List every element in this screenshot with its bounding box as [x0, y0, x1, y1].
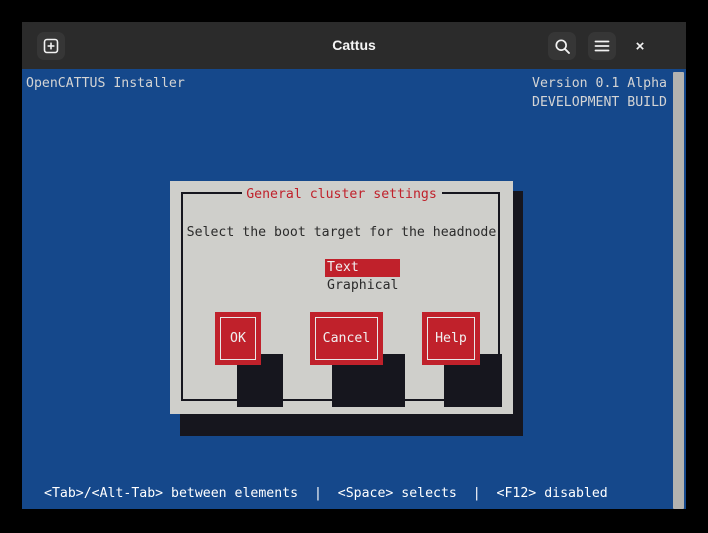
- help-button-label: Help: [435, 330, 467, 346]
- ok-button-label: OK: [230, 330, 246, 346]
- help-button-face: Help: [422, 312, 480, 365]
- ok-button-face: OK: [215, 312, 261, 365]
- window-title: Cattus: [332, 37, 376, 53]
- dialog-title: General cluster settings: [246, 187, 437, 202]
- cancel-button-face: Cancel: [310, 312, 383, 365]
- keyboard-hints-status-line: <Tab>/<Alt-Tab> between elements | <Spac…: [44, 486, 608, 501]
- boot-target-option-list: Text Graphical: [325, 259, 401, 295]
- build-label: DEVELOPMENT BUILD: [532, 95, 667, 110]
- terminal-screen[interactable]: OpenCATTUS Installer Version 0.1 Alpha D…: [22, 69, 686, 509]
- search-button[interactable]: [548, 32, 576, 60]
- option-graphical[interactable]: Graphical: [325, 277, 400, 295]
- dialog-prompt: Select the boot target for the headnode: [186, 225, 497, 240]
- search-icon: [554, 38, 570, 54]
- version-label: Version 0.1 Alpha: [532, 76, 667, 91]
- installer-header-title: OpenCATTUS Installer: [26, 76, 185, 91]
- window-titlebar: Cattus ×: [22, 22, 686, 69]
- terminal-window: Cattus × OpenCATTUS Installer Version 0.…: [22, 22, 686, 509]
- cancel-button-label: Cancel: [322, 330, 371, 346]
- option-text[interactable]: Text: [325, 259, 401, 277]
- add-square-icon: [43, 38, 59, 54]
- close-icon: ×: [635, 37, 645, 55]
- cluster-settings-dialog: General cluster settings Select the boot…: [170, 181, 513, 414]
- hamburger-menu-icon: [594, 40, 610, 52]
- menu-button[interactable]: [588, 32, 616, 60]
- new-tab-button[interactable]: [37, 32, 65, 60]
- terminal-scrollbar[interactable]: [673, 72, 684, 509]
- close-button[interactable]: ×: [626, 32, 654, 60]
